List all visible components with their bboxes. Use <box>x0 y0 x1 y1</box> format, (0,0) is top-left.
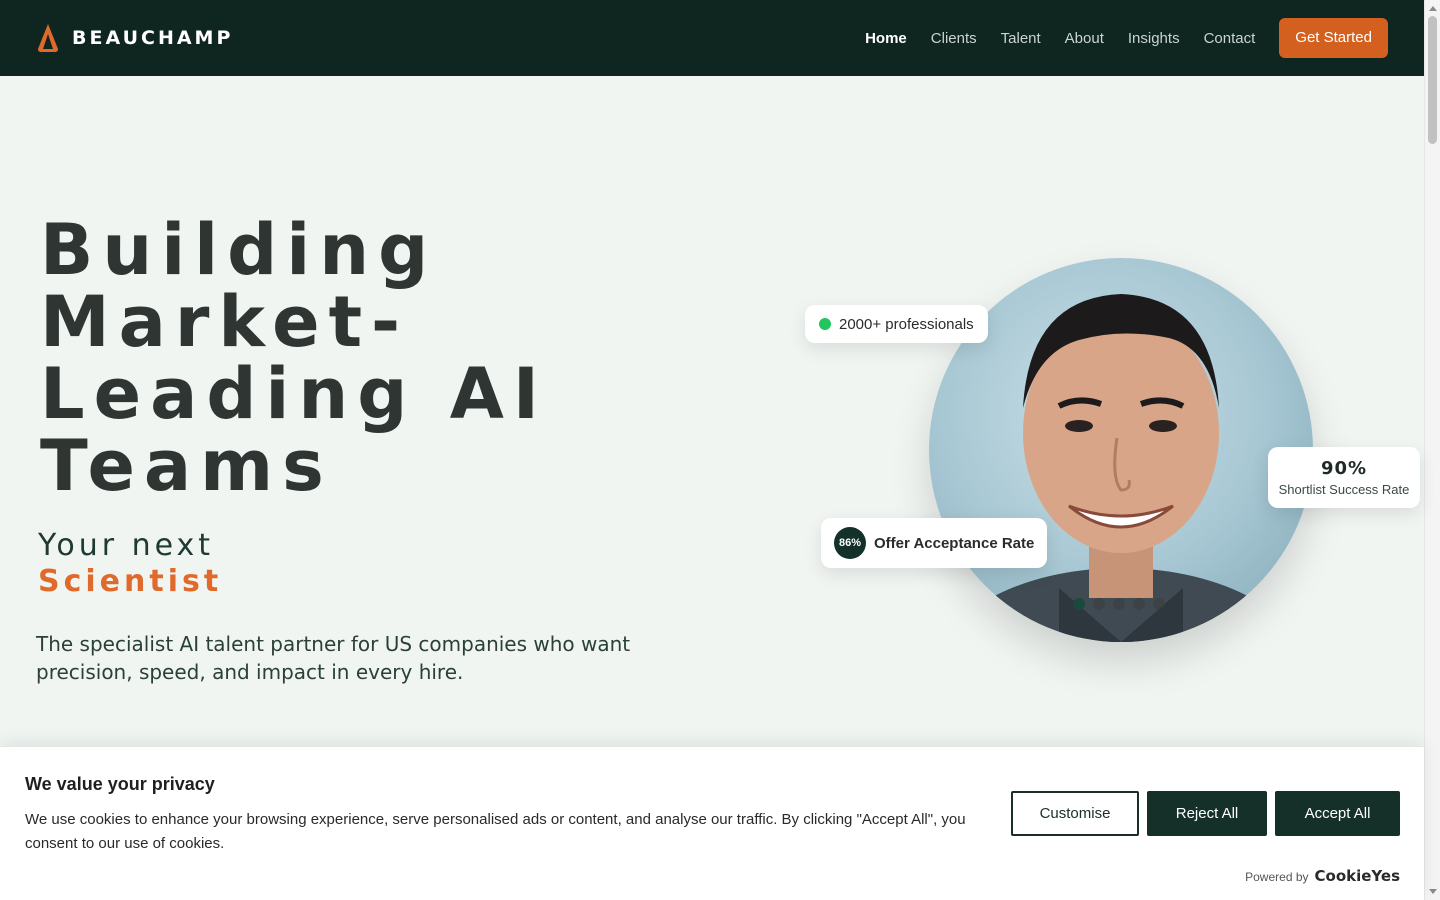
hero-description: The specialist AI talent partner for US … <box>36 632 631 684</box>
nav-insights[interactable]: Insights <box>1128 30 1180 47</box>
customise-button[interactable]: Customise <box>1011 791 1139 836</box>
offer-acceptance-card: 86% Offer Acceptance Rate <box>821 518 1048 568</box>
hero-title: Building Market-Leading AI Teams <box>40 209 548 507</box>
cookie-consent-banner: We value your privacy We use cookies to … <box>0 746 1424 900</box>
shortlist-success-value: 90% <box>1320 458 1368 479</box>
nav-home[interactable]: Home <box>865 30 907 47</box>
cookie-description: We use cookies to enhance your browsing … <box>25 811 966 852</box>
cookie-title: We value your privacy <box>25 774 215 794</box>
cookieyes-logo: CookieYes <box>1314 867 1401 885</box>
nav-talent[interactable]: Talent <box>1001 30 1041 47</box>
hero-subtitle: Your next Scientist <box>38 528 222 600</box>
scroll-down-arrow-icon[interactable] <box>1429 889 1437 894</box>
powered-by[interactable]: Powered by CookieYes <box>1245 867 1400 885</box>
get-started-button[interactable]: Get Started <box>1279 18 1388 58</box>
carousel-dot[interactable] <box>1113 598 1125 610</box>
carousel-dots <box>1073 598 1165 610</box>
scroll-thumb[interactable] <box>1428 16 1437 144</box>
carousel-dot[interactable] <box>1093 598 1105 610</box>
professionals-count-card: 2000+ professionals <box>805 305 988 343</box>
accept-all-button[interactable]: Accept All <box>1275 791 1400 836</box>
nav-contact[interactable]: Contact <box>1204 30 1256 47</box>
brand-name: BEAUCHAMP <box>72 27 234 49</box>
flame-logo-icon <box>38 24 58 52</box>
reject-all-button[interactable]: Reject All <box>1147 791 1267 836</box>
page-scrollbar[interactable] <box>1424 0 1440 900</box>
shortlist-success-label: Shortlist Success Rate <box>1278 482 1410 497</box>
nav-clients[interactable]: Clients <box>931 30 977 47</box>
carousel-dot[interactable] <box>1153 598 1165 610</box>
offer-acceptance-badge: 86% <box>834 527 866 559</box>
powered-by-label: Powered by <box>1245 870 1309 884</box>
professionals-count: 2000+ professionals <box>839 315 974 333</box>
nav-about[interactable]: About <box>1065 30 1104 47</box>
main-nav: Home Clients Talent About Insights Conta… <box>865 18 1388 58</box>
online-status-icon <box>819 318 831 330</box>
hero-subtitle-prefix: Your next <box>38 528 215 563</box>
hero-subtitle-role: Scientist <box>38 564 223 599</box>
carousel-dot[interactable] <box>1133 598 1145 610</box>
carousel-dot[interactable] <box>1073 598 1085 610</box>
offer-acceptance-label: Offer Acceptance Rate <box>874 534 1035 552</box>
brand-logo[interactable]: BEAUCHAMP <box>36 23 233 53</box>
site-header: BEAUCHAMP Home Clients Talent About Insi… <box>0 0 1424 76</box>
shortlist-success-card: 90% Shortlist Success Rate <box>1268 447 1420 508</box>
scroll-up-arrow-icon[interactable] <box>1429 6 1437 11</box>
